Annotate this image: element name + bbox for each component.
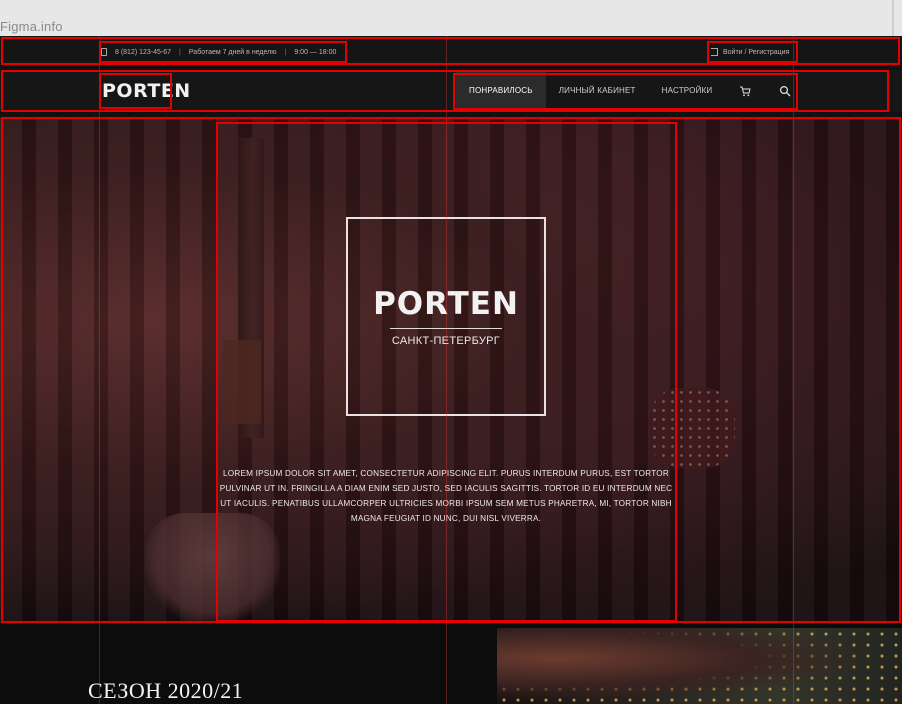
nav-item-settings[interactable]: НАСТРОЙКИ [649, 72, 726, 109]
browser-title: Figma.info [0, 19, 63, 34]
page: 8 (812) 123-45-67 | Работаем 7 дней в не… [0, 36, 902, 704]
login-icon [711, 48, 718, 56]
working-hours: 9:00 — 18:00 [294, 48, 337, 56]
layout-guide [99, 36, 100, 704]
contacts: 8 (812) 123-45-67 | Работаем 7 дней в не… [101, 44, 336, 60]
search-icon[interactable] [765, 72, 805, 109]
login-link[interactable]: Войти / Регистрация [711, 44, 789, 60]
layout-guide [446, 36, 447, 704]
separator: | [179, 48, 181, 56]
browser-bar: Figma.info [0, 0, 902, 36]
browser-edge [892, 0, 894, 36]
hero-banner: PORTEN САНКТ-ПЕТЕРБУРГ LOREM IPSUM DOLOR… [0, 118, 902, 624]
main-navbar: PORTEN ПОНРАВИЛОСЬ ЛИЧНЫЙ КАБИНЕТ НАСТРО… [0, 70, 902, 112]
screen: Figma.info 8 (812) 123-45-67 | Работаем … [0, 0, 902, 704]
season-section: СЕЗОН 2020/21 [0, 624, 902, 704]
phone-number[interactable]: 8 (812) 123-45-67 [115, 49, 171, 56]
separator: | [284, 48, 287, 56]
season-photo [497, 628, 902, 704]
nav-menu: ПОНРАВИЛОСЬ ЛИЧНЫЙ КАБИНЕТ НАСТРОЙКИ [456, 72, 805, 109]
working-days: Работаем 7 дней в неделю [188, 48, 277, 56]
hero-content: PORTEN САНКТ-ПЕТЕРБУРГ LOREM IPSUM DOLOR… [0, 118, 902, 624]
logo[interactable]: PORTEN [102, 80, 191, 102]
phone-icon [101, 48, 107, 56]
login-label[interactable]: Войти / Регистрация [723, 49, 789, 56]
cart-icon-svg [740, 86, 751, 96]
top-info-bar: 8 (812) 123-45-67 | Работаем 7 дней в не… [0, 36, 902, 66]
season-title: СЕЗОН 2020/21 [88, 678, 244, 703]
nav-item-favorites[interactable]: ПОНРАВИЛОСЬ [456, 72, 546, 109]
nav-item-account[interactable]: ЛИЧНЫЙ КАБИНЕТ [546, 72, 649, 109]
layout-guide [793, 36, 794, 704]
cart-icon[interactable] [725, 72, 765, 109]
search-icon-svg [780, 85, 791, 96]
